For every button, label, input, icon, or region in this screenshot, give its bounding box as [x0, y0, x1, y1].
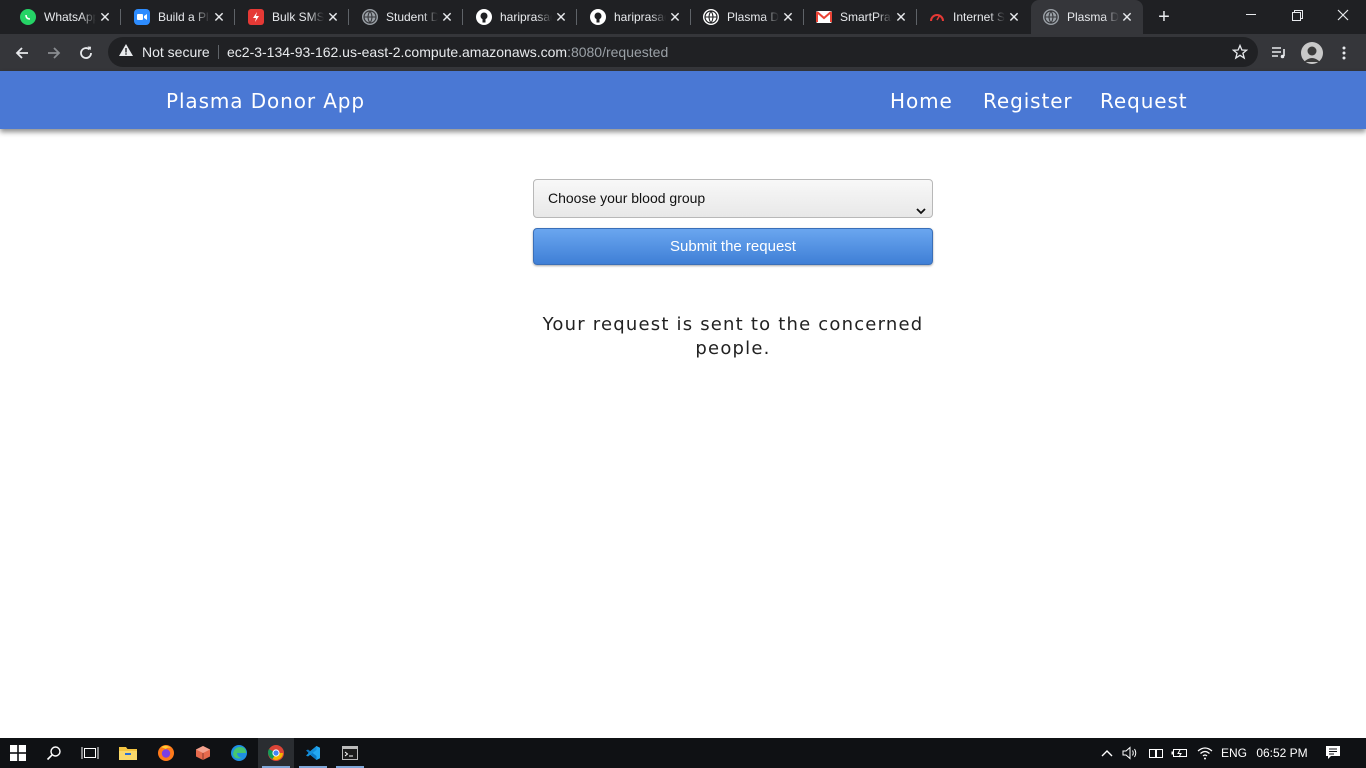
zoom-icon [134, 9, 150, 25]
browser-tab-build[interactable]: Build a Plasma ✕ [122, 0, 235, 34]
chrome-icon[interactable] [258, 738, 294, 768]
browser-tab-internet-speed[interactable]: Internet Speed ✕ [917, 0, 1030, 34]
virtualbox-icon[interactable] [185, 738, 221, 768]
blood-group-selected-value: Choose your blood group [548, 190, 706, 206]
chevron-down-icon [916, 193, 926, 230]
tab-title: Student Dashboard [386, 10, 438, 24]
close-tab-icon[interactable]: ✕ [667, 9, 683, 25]
browser-toolbar: Not secure ec2-3-134-93-162.us-east-2.co… [0, 34, 1366, 71]
battery-icon[interactable] [1170, 738, 1190, 768]
task-view-icon[interactable] [72, 738, 108, 768]
restore-window-button[interactable] [1274, 0, 1320, 30]
browser-tab-gmail[interactable]: SmartPrakash ✕ [804, 0, 917, 34]
gmail-icon [816, 11, 832, 23]
windows-taskbar: ENG 06:52 PM [0, 738, 1366, 768]
browser-tab-plasma-donor-app[interactable]: Plasma Donor App ✕ [1031, 0, 1143, 34]
close-tab-icon[interactable]: ✕ [97, 9, 113, 25]
close-window-button[interactable] [1320, 0, 1366, 30]
nav-link-request[interactable]: Request [1100, 71, 1188, 129]
speedtest-icon [929, 9, 945, 25]
url-host: ec2-3-134-93-162.us-east-2.compute.amazo… [227, 44, 568, 60]
blood-group-select[interactable]: Choose your blood group [533, 179, 933, 218]
reload-icon[interactable] [73, 40, 99, 66]
url-path: :8080/requested [567, 44, 669, 60]
browser-menu-icon[interactable] [1336, 41, 1352, 65]
tab-title: hariprasad [614, 10, 666, 24]
tab-title: Bulk SMS [272, 10, 324, 24]
fast2sms-icon [248, 9, 264, 25]
tab-title: Plasma Donor App [1067, 10, 1119, 24]
close-tab-icon[interactable]: ✕ [553, 9, 569, 25]
vscode-icon[interactable] [295, 738, 331, 768]
clock[interactable]: 06:52 PM [1254, 738, 1310, 768]
tab-separator [576, 9, 577, 25]
close-tab-icon[interactable]: ✕ [439, 9, 455, 25]
globe-icon [703, 9, 719, 25]
whatsapp-icon [20, 9, 36, 25]
close-tab-icon[interactable]: ✕ [1006, 9, 1022, 25]
nav-link-home[interactable]: Home [890, 71, 953, 129]
security-label: Not secure [142, 44, 210, 60]
close-tab-icon[interactable]: ✕ [211, 9, 227, 25]
browser-tab-bulk-sms[interactable]: Bulk SMS ✕ [236, 0, 349, 34]
tab-title: SmartPrakash [840, 10, 892, 24]
profile-avatar[interactable] [1300, 41, 1324, 65]
close-tab-icon[interactable]: ✕ [325, 9, 341, 25]
globe-icon [362, 9, 378, 25]
forward-arrow-icon[interactable] [41, 40, 67, 66]
windows-start-icon[interactable] [0, 738, 36, 768]
url-text[interactable]: ec2-3-134-93-162.us-east-2.compute.amazo… [227, 37, 668, 67]
tab-title: Build a Plasma [158, 10, 210, 24]
address-bar[interactable]: Not secure ec2-3-134-93-162.us-east-2.co… [108, 37, 1258, 67]
new-tab-button[interactable]: + [1153, 6, 1175, 28]
volume-icon[interactable] [1121, 738, 1141, 768]
omnibox-separator [218, 45, 219, 59]
back-arrow-icon[interactable] [9, 40, 35, 66]
tab-title: Internet Speed [953, 10, 1005, 24]
network-display-icon[interactable] [1146, 738, 1166, 768]
app-navbar: Plasma Donor App Home Register Request [0, 71, 1366, 129]
search-icon[interactable] [36, 738, 72, 768]
globe-icon [1043, 9, 1059, 25]
command-prompt-icon[interactable] [332, 738, 368, 768]
tab-title: Plasma Donor [727, 10, 779, 24]
language-indicator[interactable]: ENG [1219, 738, 1249, 768]
wifi-icon[interactable] [1194, 738, 1216, 768]
media-control-icon[interactable] [1268, 41, 1290, 65]
edge-icon[interactable] [221, 738, 257, 768]
close-tab-icon[interactable]: ✕ [893, 9, 909, 25]
github-icon [476, 9, 492, 25]
tab-title: WhatsApp [44, 10, 96, 24]
show-hidden-icons-icon[interactable] [1098, 738, 1116, 768]
browser-tab-github-2[interactable]: hariprasad ✕ [578, 0, 691, 34]
submit-request-button[interactable]: Submit the request [533, 228, 933, 265]
app-brand[interactable]: Plasma Donor App [166, 71, 365, 129]
close-tab-icon[interactable]: ✕ [1119, 9, 1135, 25]
github-icon [590, 9, 606, 25]
browser-tab-strip: WhatsApp ✕ Build a Plasma ✕ Bulk SMS ✕ S… [0, 0, 1366, 34]
minimize-window-button[interactable] [1228, 0, 1274, 30]
tab-separator [120, 9, 121, 25]
tab-separator [234, 9, 235, 25]
tab-separator [348, 9, 349, 25]
browser-tab-whatsapp[interactable]: WhatsApp ✕ [8, 0, 121, 34]
nav-link-register[interactable]: Register [983, 71, 1073, 129]
notifications-icon[interactable] [1320, 738, 1346, 768]
file-explorer-icon[interactable] [110, 738, 146, 768]
tab-separator [462, 9, 463, 25]
warning-icon [118, 43, 134, 62]
tab-title: hariprasad [500, 10, 552, 24]
browser-tab-student[interactable]: Student Dashboard ✕ [350, 0, 463, 34]
security-indicator[interactable]: Not secure [118, 37, 210, 67]
firefox-icon[interactable] [148, 738, 184, 768]
request-confirmation-message: Your request is sent to the concerned pe… [542, 314, 924, 359]
bookmark-star-icon[interactable] [1231, 43, 1249, 60]
browser-tab-plasma-donor[interactable]: Plasma Donor ✕ [691, 0, 804, 34]
close-tab-icon[interactable]: ✕ [780, 9, 796, 25]
browser-tab-github-1[interactable]: hariprasad ✕ [464, 0, 577, 34]
